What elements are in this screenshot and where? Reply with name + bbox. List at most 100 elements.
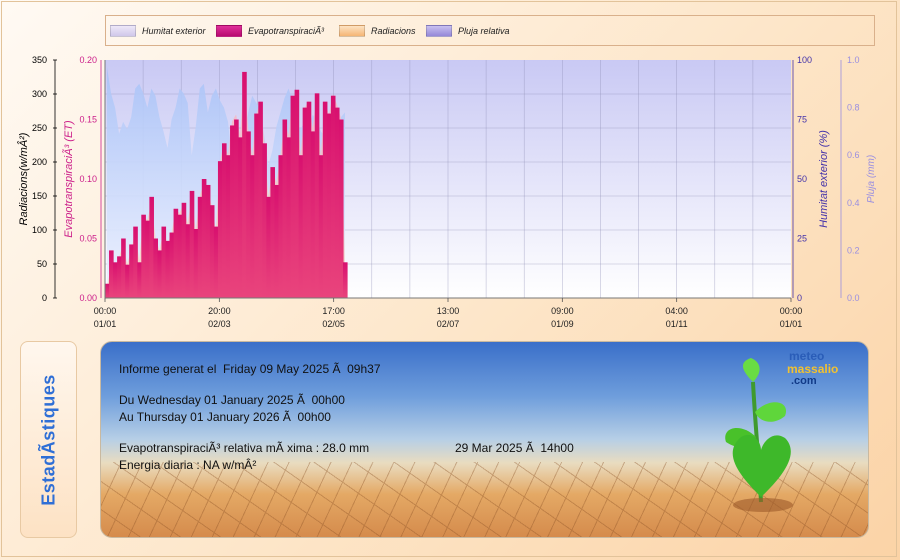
- et-bar: [246, 131, 251, 298]
- radiation-tick-label: 250: [32, 123, 47, 133]
- et-tick-label: 0.15: [79, 115, 97, 125]
- et-tick-label: 0.10: [79, 174, 97, 184]
- et-bar: [105, 283, 110, 298]
- et-bar: [145, 220, 150, 298]
- et-bar: [290, 95, 296, 298]
- et-bar: [286, 137, 292, 298]
- et-bar: [189, 190, 195, 298]
- rain-tick-label: 0.2: [847, 245, 860, 255]
- et-bar: [238, 137, 243, 298]
- logo-line3: .com: [791, 375, 817, 387]
- stats-title-text: EstadÃ­stiques: [38, 373, 58, 506]
- stats-side-title: EstadÃ­stiques: [20, 341, 77, 538]
- et-tick-label: 0.00: [79, 293, 97, 303]
- x-tick-date: 02/05: [322, 319, 345, 329]
- report-generated: Informe generat el Friday 09 May 2025 Ã …: [119, 362, 381, 376]
- x-tick-date: 01/01: [780, 319, 803, 329]
- et-bar: [258, 101, 263, 299]
- rain-tick-label: 1.0: [847, 55, 860, 65]
- humidity-tick-label: 100: [797, 55, 812, 65]
- radiation-tick-label: 350: [32, 55, 47, 65]
- et-bar: [121, 238, 126, 298]
- et-bar: [185, 224, 191, 298]
- x-axis: 00:00 01/01 20:00 02/03 17:00 02/05 13:00 02/07…: [94, 298, 803, 329]
- rain-tick-label: 0.0: [847, 293, 860, 303]
- et-bar: [343, 262, 348, 298]
- et-bar: [197, 196, 203, 298]
- x-tick-time: 09:00: [551, 306, 574, 316]
- et-bar: [157, 250, 163, 298]
- report-et-max: EvapotranspiraciÃ³ relativa mÃ xima : 28…: [119, 441, 370, 455]
- x-tick-time: 13:00: [437, 306, 460, 316]
- logo-line1: meteo: [789, 349, 825, 363]
- et-bar: [322, 101, 328, 299]
- humidity-tick-label: 75: [797, 115, 807, 125]
- et-bar: [169, 232, 175, 298]
- meteo-massalio-logo: meteo massalio .com: [785, 347, 855, 393]
- et-bar: [278, 155, 284, 298]
- rain-axis: 1.0 0.8 0.6 0.4 0.2 0.0: [840, 55, 860, 303]
- rain-tick-label: 0.4: [847, 198, 860, 208]
- et-bar: [262, 143, 267, 298]
- et-bar: [177, 214, 183, 298]
- et-bar: [334, 107, 340, 298]
- x-tick-time: 00:00: [94, 306, 117, 316]
- radiation-tick-label: 300: [32, 89, 47, 99]
- humidity-tick-label: 0: [797, 293, 802, 303]
- report-et-max-date: 29 Mar 2025 Ã 14h00: [455, 441, 574, 455]
- et-bar: [274, 184, 280, 298]
- report-panel: Informe generat el Friday 09 May 2025 Ã …: [100, 341, 869, 538]
- rain-tick-label: 0.6: [847, 150, 860, 160]
- x-tick-date: 02/03: [208, 319, 231, 329]
- et-bar: [153, 238, 159, 298]
- et-bar: [282, 119, 288, 298]
- report-energy: Energia diaria : NA w/mÂ²: [119, 458, 257, 472]
- et-tick-label: 0.20: [79, 55, 97, 65]
- report-to: Au Thursday 01 January 2026 Ã 00h00: [119, 410, 331, 424]
- et-bar: [302, 107, 308, 298]
- humidity-axis: 100 75 50 25 0: [792, 55, 812, 303]
- et-bar: [306, 101, 312, 299]
- et-bar: [221, 143, 227, 298]
- et-bar: [201, 179, 207, 298]
- et-bar: [137, 262, 142, 298]
- et-bar: [217, 161, 223, 298]
- et-tick-label: 0.05: [79, 234, 97, 244]
- x-tick-date: 01/01: [94, 319, 117, 329]
- x-tick-date: 02/07: [437, 319, 460, 329]
- et-bar: [213, 226, 219, 298]
- radiation-tick-label: 50: [37, 259, 47, 269]
- et-bar: [129, 244, 134, 298]
- et-bar: [314, 93, 320, 298]
- et-axis: 0.20 0.15 0.10 0.05 0.00: [79, 55, 102, 303]
- et-bar: [310, 131, 316, 298]
- et-bar: [173, 208, 179, 298]
- et-bar: [161, 226, 167, 298]
- et-bar: [109, 250, 114, 298]
- radiation-tick-label: 0: [42, 293, 47, 303]
- et-bar: [141, 214, 146, 298]
- et-bar: [270, 167, 275, 298]
- et-bar: [266, 196, 271, 298]
- et-bar: [117, 256, 122, 298]
- radiation-tick-label: 150: [32, 191, 47, 201]
- rain-tick-label: 0.8: [847, 103, 860, 113]
- x-tick-date: 01/11: [666, 319, 688, 329]
- et-bar: [318, 155, 324, 298]
- et-bar: [294, 89, 300, 298]
- et-bar: [230, 125, 235, 298]
- x-tick-time: 00:00: [780, 306, 803, 316]
- x-tick-time: 04:00: [665, 306, 688, 316]
- et-bar: [330, 95, 336, 298]
- et-bar: [226, 155, 231, 298]
- et-bar: [205, 184, 211, 298]
- et-bar: [133, 226, 138, 298]
- et-bar: [149, 196, 154, 298]
- radiation-tick-label: 200: [32, 157, 47, 167]
- et-bar: [165, 240, 171, 298]
- et-bar: [338, 119, 344, 298]
- radiation-tick-label: 100: [32, 225, 47, 235]
- chart-svg: 350300250200150100500 0.200.150.100.050.…: [17, 55, 877, 329]
- humidity-axis-label: Humitat exterior (%): [818, 130, 830, 228]
- et-bar: [113, 262, 118, 298]
